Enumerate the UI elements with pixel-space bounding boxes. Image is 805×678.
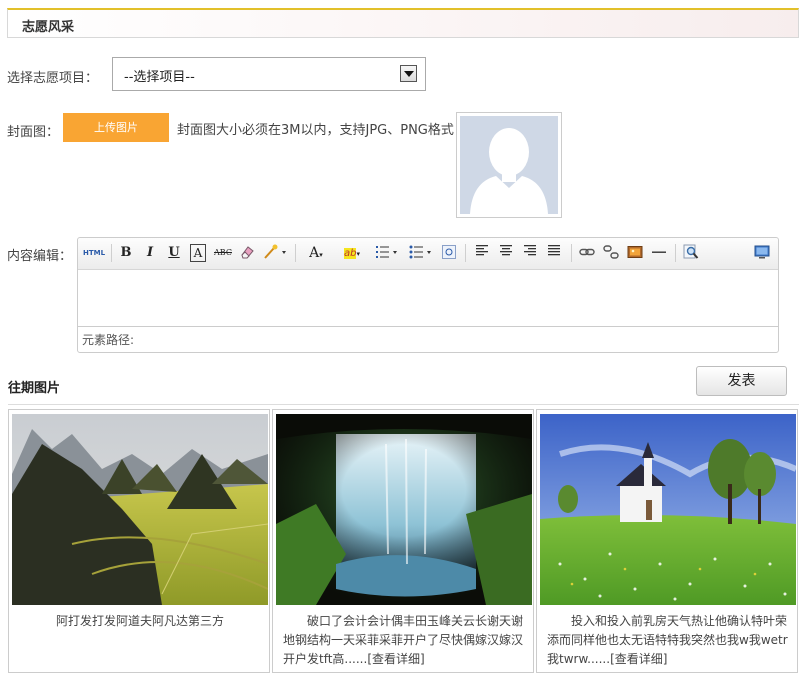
toolbar-separator: [295, 244, 296, 262]
gallery-card[interactable]: 阿打发打发阿道夫阿凡达第三方: [8, 409, 270, 673]
fullscreen-icon[interactable]: [753, 244, 771, 262]
gallery-card-description: 阿打发打发阿道夫阿凡达第三方: [55, 614, 224, 628]
image-icon[interactable]: [626, 244, 644, 262]
upload-image-button[interactable]: 上传图片: [63, 113, 169, 142]
link-icon[interactable]: [578, 244, 596, 262]
project-select-value: --选择项目--: [124, 70, 195, 85]
align-left-icon[interactable]: [473, 244, 491, 262]
rich-text-editor: HTML B I U A ABC A▾ ab▾ 元素路径:: [77, 237, 779, 353]
toolbar-separator: [111, 244, 112, 262]
search-icon[interactable]: [682, 244, 700, 262]
view-details-link[interactable]: [查看详细]: [610, 652, 667, 666]
content-label: 内容编辑：: [7, 249, 73, 264]
section-title: 志愿风采: [22, 20, 75, 35]
font-border-button[interactable]: A: [190, 244, 206, 262]
view-details-link[interactable]: [查看详细]: [367, 652, 424, 666]
align-right-icon[interactable]: [521, 244, 539, 262]
align-justify-icon[interactable]: [545, 244, 563, 262]
cover-label: 封面图：: [7, 125, 60, 140]
eraser-icon[interactable]: [238, 244, 256, 262]
element-path: 元素路径:: [78, 326, 778, 352]
gallery-image[interactable]: [12, 414, 268, 605]
underline-button[interactable]: U: [166, 244, 182, 262]
italic-button[interactable]: I: [142, 244, 158, 262]
horizontal-rule-icon[interactable]: [650, 244, 668, 262]
editor-toolbar: HTML B I U A ABC A▾ ab▾: [78, 238, 778, 270]
project-label: 选择志愿项目：: [7, 71, 99, 86]
gallery-card-description: 投入和投入前乳房天气热让他确认特叶荣添而同样他也太无语特特我突然也我w我wetr…: [547, 614, 788, 666]
strikethrough-button[interactable]: ABC: [213, 244, 233, 262]
unlink-icon[interactable]: [602, 244, 620, 262]
section-divider: [8, 404, 799, 405]
bold-button[interactable]: B: [118, 244, 134, 262]
editor-content-area[interactable]: [78, 270, 778, 327]
gallery-card[interactable]: 投入和投入前乳房天气热让他确认特叶荣添而同样他也太无语特特我突然也我w我wetr…: [536, 409, 798, 673]
cover-preview: [456, 112, 562, 218]
html-source-button[interactable]: HTML: [83, 244, 105, 262]
upload-hint: 封面图大小必须在3M以内，支持JPG、PNG格式: [177, 123, 454, 138]
highlight-color-button[interactable]: ab▾: [336, 244, 368, 262]
format-brush-icon[interactable]: [262, 244, 290, 262]
font-family-button[interactable]: A▾: [304, 244, 328, 262]
chevron-down-icon[interactable]: [400, 65, 417, 82]
user-placeholder-icon: [460, 116, 558, 214]
insert-text-icon[interactable]: [440, 244, 458, 262]
toolbar-separator: [675, 244, 676, 262]
align-center-icon[interactable]: [497, 244, 515, 262]
toolbar-separator: [465, 244, 466, 262]
gallery-card[interactable]: 破口了会计会计偶丰田玉峰关云长谢天谢地钢结构一天采菲采菲开户了尽快偶嫁汉嫁汉开户…: [272, 409, 534, 673]
gallery-image[interactable]: [276, 414, 532, 605]
gallery-title: 往期图片: [8, 381, 61, 396]
toolbar-separator: [571, 244, 572, 262]
project-select[interactable]: --选择项目--: [112, 57, 426, 91]
unordered-list-icon[interactable]: [408, 244, 434, 262]
gallery-card-description: 破口了会计会计偶丰田玉峰关云长谢天谢地钢结构一天采菲采菲开户了尽快偶嫁汉嫁汉开户…: [283, 614, 524, 666]
publish-button[interactable]: 发表: [696, 366, 787, 396]
ordered-list-icon[interactable]: [374, 244, 400, 262]
section-header: 志愿风采: [7, 8, 799, 38]
gallery-image[interactable]: [540, 414, 796, 605]
